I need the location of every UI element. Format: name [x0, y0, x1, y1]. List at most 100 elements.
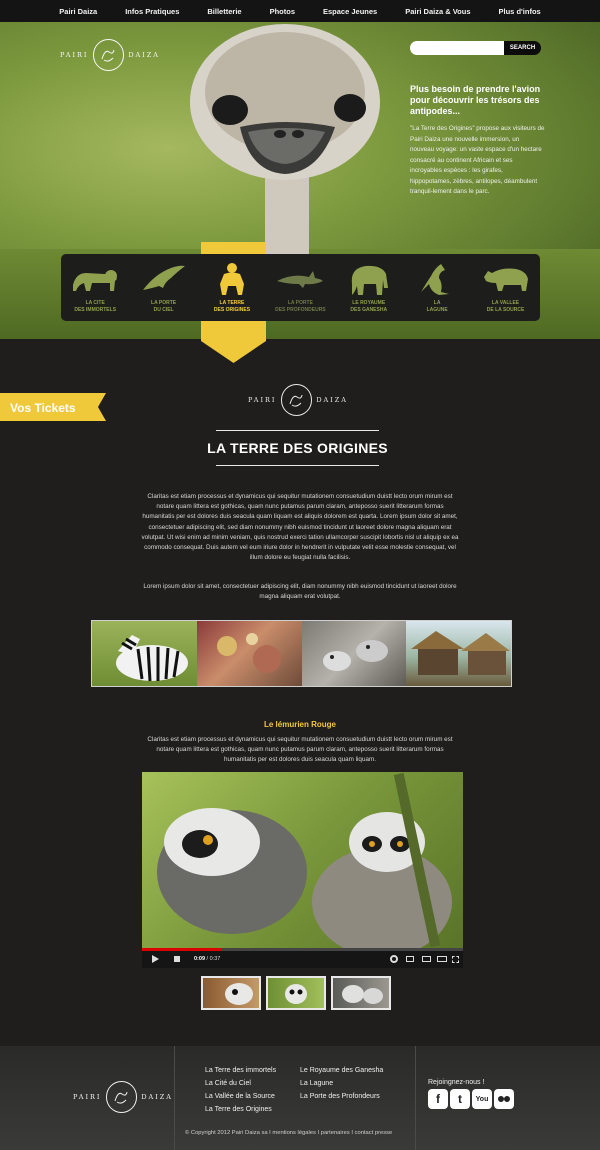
elephant-icon [346, 262, 392, 296]
category-label-line2: DU CIEL [153, 306, 174, 313]
category-label-line1: LA [433, 300, 441, 306]
section-subtitle: Le lémurien Rouge [263, 720, 336, 729]
video-thumb-3[interactable] [331, 976, 391, 1010]
category-label-line2: DES IMMORTELS [74, 306, 117, 313]
gallery-photo-elephant[interactable] [196, 621, 302, 686]
video-progress-bar[interactable] [142, 948, 463, 951]
twitter-icon[interactable]: t [450, 1089, 470, 1109]
copyright: © Copyright 2012 Pairi Daiza sa I mentio… [185, 1130, 393, 1136]
photo-gallery [91, 620, 512, 687]
gallery-photo-lemurs[interactable] [301, 621, 407, 686]
category-label-line1: LA VALLEE [491, 300, 520, 306]
category-vallee-source[interactable]: LA VALLEE DE LA SOURCE [471, 254, 539, 321]
logo-text-right: DAIZA [141, 1093, 173, 1101]
nav-billetterie[interactable]: Billetterie [193, 0, 255, 22]
nav-pairi-daiza-vous[interactable]: Pairi Daiza & Vous [391, 0, 484, 22]
nav-photos[interactable]: Photos [256, 0, 309, 22]
footer-link[interactable]: La Terre des immortels [205, 1066, 276, 1075]
title-rule-top [216, 430, 379, 431]
category-porte-du-ciel[interactable]: LA PORTE DU CIEL [129, 254, 197, 321]
footer-links-col-1: La Terre des immortels La Cité du Ciel L… [205, 1066, 276, 1114]
video-controls: 0:09 / 0:37 [142, 948, 463, 968]
nav-pairi-daiza[interactable]: Pairi Daiza [45, 0, 111, 22]
category-label-line2: DES PROFONDEURS [275, 306, 326, 313]
category-porte-des-profondeurs[interactable]: LA PORTE DES PROFONDEURS [266, 254, 334, 321]
footer-link[interactable]: La Terre des Origines [205, 1105, 276, 1114]
footer-links-col-2: Le Royaume des Ganesha La Lagune La Port… [300, 1066, 383, 1101]
footer-divider-right [415, 1046, 416, 1150]
title-rule-bottom [216, 465, 379, 466]
search-input[interactable] [410, 41, 504, 55]
category-label-line2: DE LA SOURCE [486, 306, 525, 313]
nav-plus-infos[interactable]: Plus d'infos [485, 0, 555, 22]
video-player[interactable]: 0:09 / 0:37 [142, 772, 463, 968]
category-label-line1: LE ROYAUME [352, 300, 386, 306]
category-cite-immortels[interactable]: LA CITE DES IMMORTELS [61, 254, 129, 321]
tickets-ribbon[interactable]: Vos Tickets [0, 393, 106, 421]
hero-title: Plus besoin de prendre l'avion pour déco… [410, 84, 541, 116]
footer-link[interactable]: La Cité du Ciel [205, 1079, 276, 1088]
video-duration: 0:37 [209, 956, 221, 962]
nav-infos-pratiques[interactable]: Infos Pratiques [111, 0, 193, 22]
footer-logo[interactable]: PAIRI DAIZA [73, 1080, 173, 1114]
lion-icon [70, 262, 120, 296]
logo-text-right: DAIZA [316, 396, 348, 404]
fullscreen-icon[interactable] [452, 956, 459, 963]
search-bar: SEARCH [410, 41, 541, 55]
footer-link[interactable]: La Porte des Profondeurs [300, 1092, 383, 1101]
join-us-label: Rejoingnez-nous ! [428, 1079, 485, 1086]
active-tab-marker [201, 242, 266, 254]
video-thumbnails [201, 976, 392, 1010]
settings-icon[interactable] [390, 955, 398, 963]
facebook-icon[interactable]: f [428, 1089, 448, 1109]
category-label-line2: DES ORIGINES [213, 306, 251, 313]
category-bar: LA CITE DES IMMORTELS LA PORTE DU CIEL LA … [61, 254, 540, 321]
wide-player-icon[interactable] [437, 956, 447, 962]
gallery-photo-huts[interactable] [406, 621, 511, 686]
category-royaume-ganesha[interactable]: LE ROYAUME DES GANESHA [335, 254, 403, 321]
logo-text-left: PAIRI [60, 51, 89, 59]
play-icon[interactable] [152, 955, 159, 963]
section-paragraph: Claritas est etiam processus et dynamicu… [147, 736, 453, 764]
video-thumb-1[interactable] [201, 976, 261, 1010]
category-terre-des-origines[interactable]: LA TERRE DES ORIGINES [198, 254, 266, 321]
nav-espace-jeunes[interactable]: Espace Jeunes [309, 0, 391, 22]
flickr-icon[interactable] [494, 1089, 514, 1109]
logo-text-left: PAIRI [248, 396, 277, 404]
category-lagune[interactable]: LA LAGUNE [403, 254, 471, 321]
intro-paragraph: Claritas est etiam processus et dynamicu… [141, 493, 459, 562]
logo-text-left: PAIRI [73, 1093, 102, 1101]
captions-icon[interactable] [406, 956, 414, 962]
tickets-label: Vos Tickets [10, 401, 76, 415]
social-links: f t You [428, 1089, 514, 1109]
page-title: LA TERRE DES ORIGINES [207, 440, 388, 456]
active-tab-arrow [201, 321, 266, 363]
main-logo[interactable]: PAIRI DAIZA [248, 383, 348, 417]
logo-emblem-icon [105, 1081, 138, 1113]
category-label-line2: LAGUNE [426, 306, 448, 313]
small-player-icon[interactable] [422, 956, 431, 962]
volume-icon[interactable] [174, 956, 180, 962]
gallery-photo-zebra[interactable] [92, 621, 197, 686]
hero-logo[interactable]: PAIRI DAIZA [60, 38, 160, 72]
category-label-line1: LA PORTE [287, 300, 313, 306]
logo-text-right: DAIZA [128, 51, 160, 59]
intro-paragraph-2: Lorem ipsum dolor sit amet, consectetuer… [143, 583, 457, 601]
top-nav: Pairi Daiza Infos Pratiques Billetterie … [0, 0, 600, 22]
youtube-icon[interactable]: You [472, 1089, 492, 1109]
footer-link[interactable]: Le Royaume des Ganesha [300, 1066, 383, 1075]
footer-divider-left [174, 1046, 175, 1150]
footer-link[interactable]: La Vallée de la Source [205, 1092, 276, 1101]
video-current-time: 0:09 [194, 956, 206, 962]
video-thumb-2[interactable] [266, 976, 326, 1010]
category-label-line1: LA CITE [85, 300, 105, 306]
ape-icon [214, 262, 250, 296]
footer-link[interactable]: La Lagune [300, 1079, 383, 1088]
search-button[interactable]: SEARCH [504, 41, 541, 55]
shark-icon [275, 262, 325, 296]
hero-text: "La Terre des Origines" propose aux visi… [410, 125, 545, 195]
video-frame[interactable] [142, 772, 463, 948]
logo-emblem-icon [280, 384, 313, 416]
kangaroo-icon [419, 262, 455, 296]
logo-emblem-icon [92, 39, 125, 71]
